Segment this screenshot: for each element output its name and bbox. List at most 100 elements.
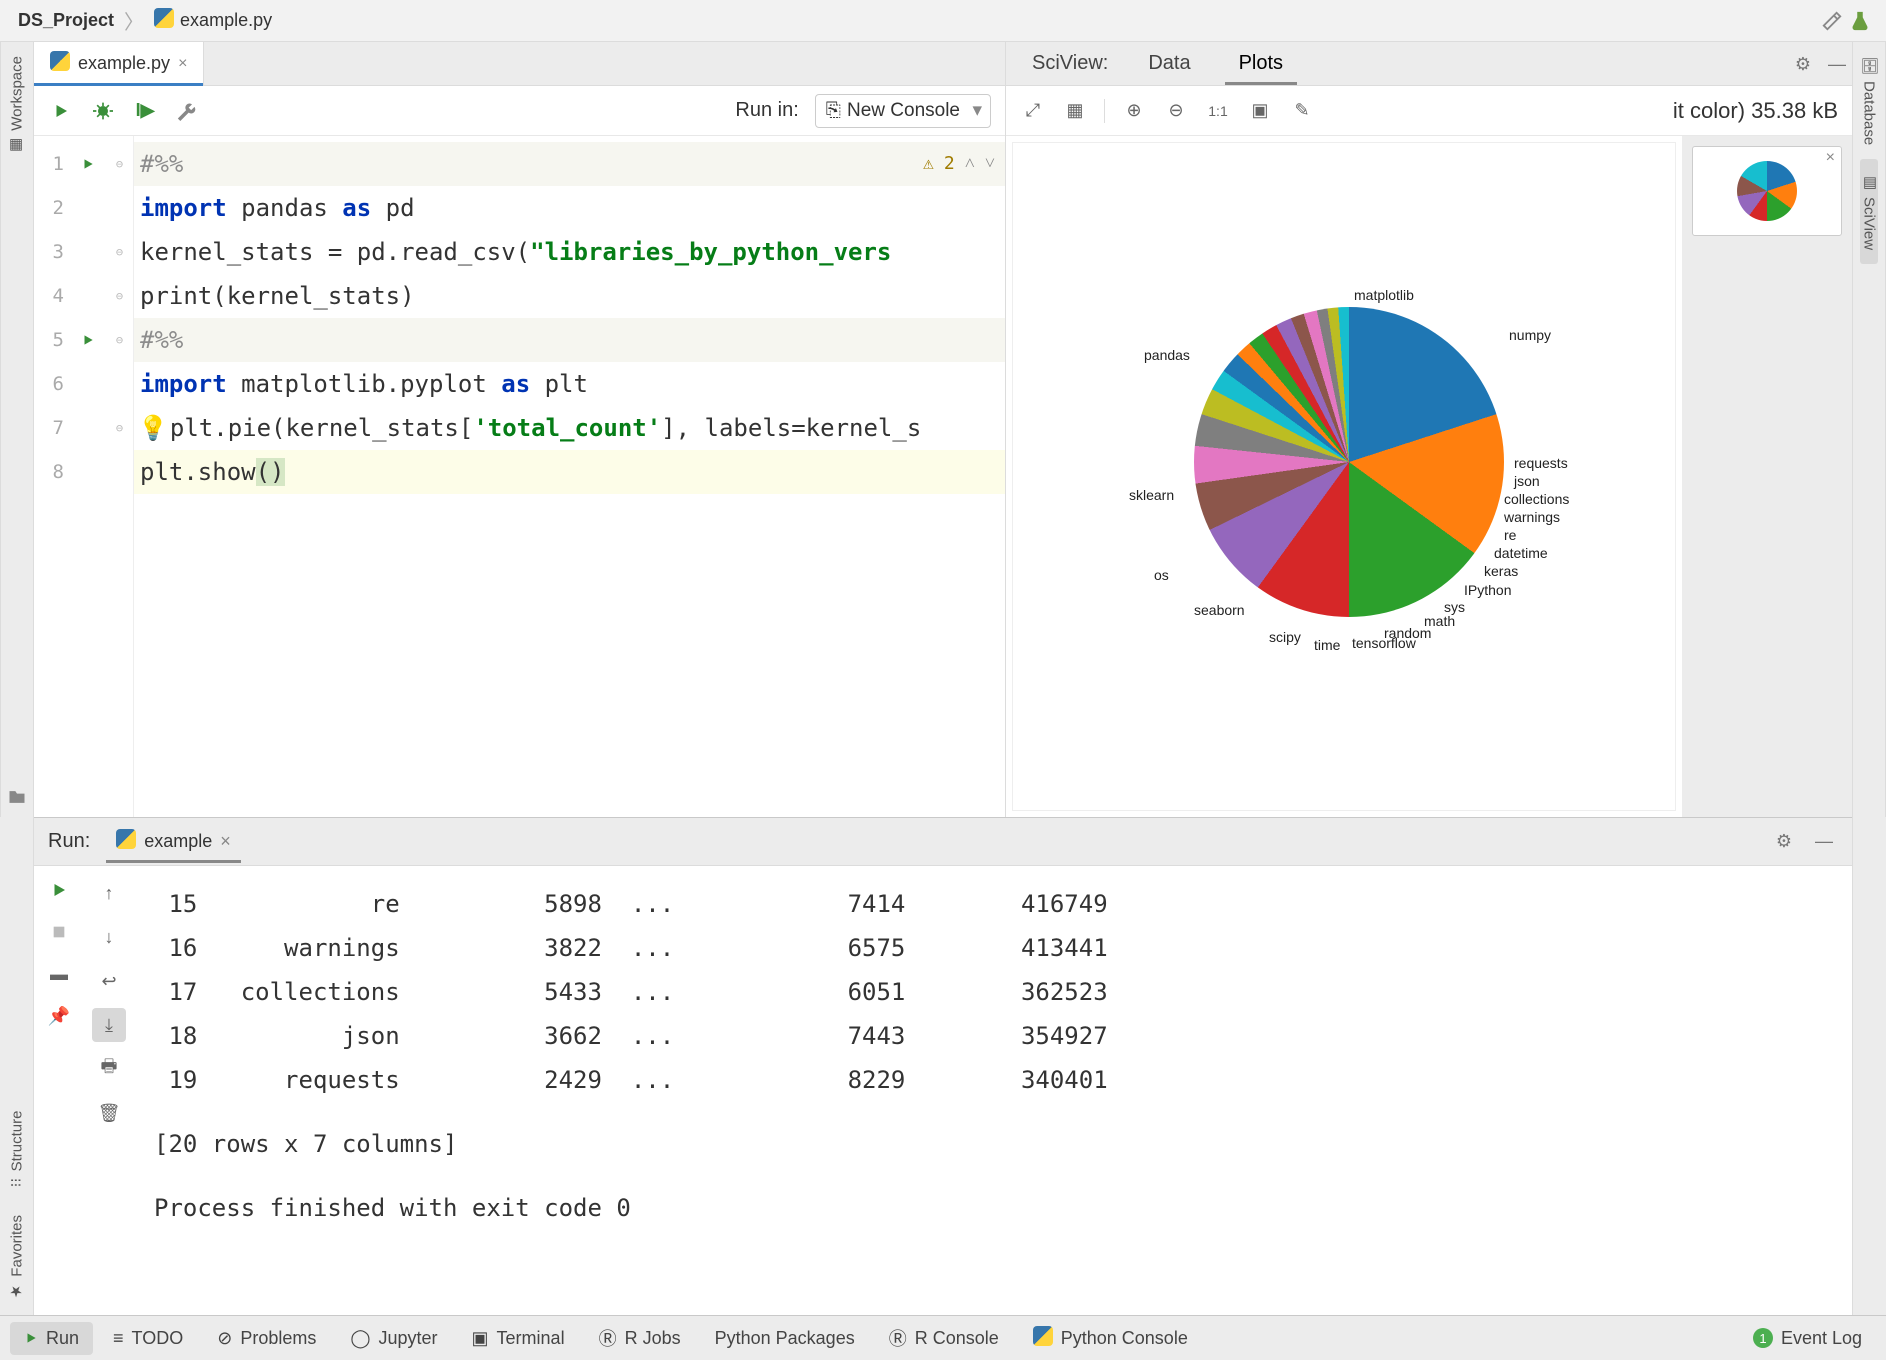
pie-label: datetime bbox=[1494, 545, 1548, 561]
status-run-button[interactable]: Run bbox=[10, 1322, 93, 1355]
edit-icon[interactable] bbox=[1818, 7, 1846, 35]
python-file-icon bbox=[50, 51, 70, 76]
structure-label: Structure bbox=[8, 1111, 25, 1172]
gear-icon[interactable]: ⚙ bbox=[1788, 49, 1818, 79]
gear-icon[interactable]: ⚙ bbox=[1770, 828, 1798, 856]
up-icon[interactable]: ↑ bbox=[92, 876, 126, 910]
zoom-in-icon[interactable]: ⊕ bbox=[1121, 98, 1147, 124]
run-title: Run: bbox=[48, 830, 90, 853]
rerun-icon[interactable] bbox=[45, 876, 73, 904]
breadcrumb-project-label: DS_Project bbox=[18, 10, 114, 31]
star-icon: ★ bbox=[8, 1283, 26, 1301]
pie-label: json bbox=[1514, 473, 1540, 489]
run-in-label: Run in: bbox=[735, 99, 798, 122]
chevron-right-icon: 〉 bbox=[120, 6, 148, 35]
status-problems-button[interactable]: ⊘Problems bbox=[203, 1322, 330, 1355]
pie-label: matplotlib bbox=[1354, 287, 1414, 303]
print-icon[interactable]: 🖶 bbox=[92, 1052, 126, 1086]
console-select[interactable]: ⎘ New Console ▾ bbox=[815, 94, 991, 128]
breadcrumb-project[interactable]: DS_Project bbox=[12, 10, 120, 31]
status-jupyter-button[interactable]: ◯ Jupyter bbox=[336, 1322, 451, 1355]
sciview-icon: ▤ bbox=[1860, 173, 1878, 191]
status-pyconsole-label: Python Console bbox=[1061, 1328, 1188, 1349]
sciview-panel: SciView: Data Plots ⚙ — ⤢ ▦ ⊕ ⊖ 1:1 ▣ ✎ … bbox=[1005, 42, 1852, 817]
close-icon[interactable]: × bbox=[220, 831, 231, 852]
zoom-out-icon[interactable]: ⊖ bbox=[1163, 98, 1189, 124]
left-tool-strip-lower: ⁝⁝ Structure ★ Favorites bbox=[0, 817, 34, 1315]
pie-label: keras bbox=[1484, 563, 1518, 579]
eyedropper-icon[interactable]: ✎ bbox=[1289, 98, 1315, 124]
status-pypkg-button[interactable]: Python Packages bbox=[701, 1322, 869, 1355]
breadcrumb-file[interactable]: example.py bbox=[148, 8, 278, 33]
favorites-tool-button[interactable]: ★ Favorites bbox=[8, 1201, 26, 1315]
run-cell-icon[interactable]: I▶ bbox=[132, 98, 158, 124]
right-tool-strip: 🗄 Database ▤ SciView bbox=[1852, 42, 1886, 817]
plot-canvas[interactable]: matplotlib numpy pandas sklearn os seabo… bbox=[1012, 142, 1676, 811]
fold-gutter: ⊖⊖⊖⊖⊖ bbox=[106, 136, 134, 817]
close-icon[interactable]: × bbox=[178, 55, 187, 73]
structure-tool-button[interactable]: ⁝⁝ Structure bbox=[8, 1097, 26, 1201]
soft-wrap-icon[interactable]: ↩ bbox=[92, 964, 126, 998]
status-todo-button[interactable]: ≡TODO bbox=[99, 1322, 197, 1355]
pin-icon[interactable]: 📌 bbox=[45, 1002, 73, 1030]
run-config-tab[interactable]: example × bbox=[102, 821, 245, 862]
database-tool-button[interactable]: 🗄 Database bbox=[1860, 42, 1878, 159]
sciview-tab-plots[interactable]: Plots bbox=[1217, 42, 1305, 85]
down-icon[interactable]: ↓ bbox=[92, 920, 126, 954]
database-label: Database bbox=[1861, 81, 1878, 145]
code-editor[interactable]: 12345678 ⊖⊖⊖⊖⊖ ⚠ 2 ˄ ˅ #%%import pandas … bbox=[34, 136, 1005, 817]
stop-icon[interactable] bbox=[45, 918, 73, 946]
status-rjobs-button[interactable]: ⓇR Jobs bbox=[585, 1319, 695, 1357]
breadcrumb-file-label: example.py bbox=[180, 10, 272, 31]
pie-label: time bbox=[1314, 637, 1340, 653]
pie-label: requests bbox=[1514, 455, 1568, 471]
pie-label: sklearn bbox=[1129, 487, 1174, 503]
run-icon[interactable] bbox=[48, 98, 74, 124]
status-eventlog-label: Event Log bbox=[1781, 1328, 1862, 1349]
status-bar: Run ≡TODO ⊘Problems ◯ Jupyter ▣Terminal Ⓡ… bbox=[0, 1315, 1886, 1360]
workspace-tool-button[interactable]: ▦ Workspace bbox=[8, 42, 26, 169]
python-file-icon bbox=[116, 829, 136, 854]
pie-label: scipy bbox=[1269, 629, 1301, 645]
minimize-icon[interactable]: — bbox=[1822, 49, 1852, 79]
trash-icon[interactable]: 🗑 bbox=[92, 1096, 126, 1130]
fit-icon[interactable]: ⤢ bbox=[1020, 98, 1046, 124]
beaker-icon[interactable] bbox=[1846, 7, 1874, 35]
left-tool-strip: ▦ Workspace bbox=[0, 42, 34, 817]
project-icon[interactable] bbox=[7, 787, 27, 817]
code-content[interactable]: ⚠ 2 ˄ ˅ #%%import pandas as pdkernel_sta… bbox=[134, 136, 1005, 817]
pie-label: numpy bbox=[1509, 327, 1551, 343]
close-icon[interactable]: × bbox=[1826, 149, 1835, 167]
grid-icon[interactable]: ▦ bbox=[1062, 98, 1088, 124]
layout-icon[interactable]: ▬ bbox=[45, 960, 73, 988]
status-rconsole-button[interactable]: ⓇR Console bbox=[875, 1319, 1013, 1357]
debug-icon[interactable] bbox=[90, 98, 116, 124]
next-warning-icon[interactable]: ˅ bbox=[985, 142, 995, 186]
status-jupyter-label: Jupyter bbox=[379, 1328, 438, 1349]
scroll-to-end-icon[interactable]: ⤓ bbox=[92, 1008, 126, 1042]
inspection-indicator[interactable]: ⚠ 2 ˄ ˅ bbox=[923, 142, 995, 186]
run-left-toolbar: ▬ 📌 bbox=[34, 866, 84, 1315]
status-terminal-label: Terminal bbox=[497, 1328, 565, 1349]
sciview-label: SciView bbox=[1861, 197, 1878, 250]
right-tool-strip-lower bbox=[1852, 817, 1886, 1315]
sciview-tab-data[interactable]: Data bbox=[1126, 42, 1212, 85]
wrench-icon[interactable] bbox=[174, 98, 200, 124]
status-eventlog-button[interactable]: 1 Event Log bbox=[1739, 1322, 1876, 1355]
status-terminal-button[interactable]: ▣Terminal bbox=[458, 1322, 579, 1355]
plot-info-text: it color) 35.38 kB bbox=[1673, 98, 1838, 124]
sciview-title: SciView: bbox=[1018, 42, 1122, 85]
prev-warning-icon[interactable]: ˄ bbox=[965, 142, 975, 186]
pie-label: pandas bbox=[1144, 347, 1190, 363]
minimize-icon[interactable]: — bbox=[1810, 828, 1838, 856]
actual-size-icon[interactable]: 1:1 bbox=[1205, 98, 1231, 124]
warning-icon: ⚠ bbox=[923, 142, 934, 186]
status-pyconsole-button[interactable]: Python Console bbox=[1019, 1320, 1202, 1357]
jupyter-icon: ◯ bbox=[350, 1328, 370, 1349]
sciview-tool-button[interactable]: ▤ SciView bbox=[1860, 159, 1878, 264]
crop-icon[interactable]: ▣ bbox=[1247, 98, 1273, 124]
plot-thumbnails: × bbox=[1682, 136, 1852, 817]
editor-tab-example[interactable]: example.py × bbox=[34, 41, 204, 85]
plot-thumbnail[interactable]: × bbox=[1692, 146, 1842, 236]
run-output[interactable]: 15 re 5898 ... 7414 416749 16 warnings 3… bbox=[134, 866, 1852, 1315]
